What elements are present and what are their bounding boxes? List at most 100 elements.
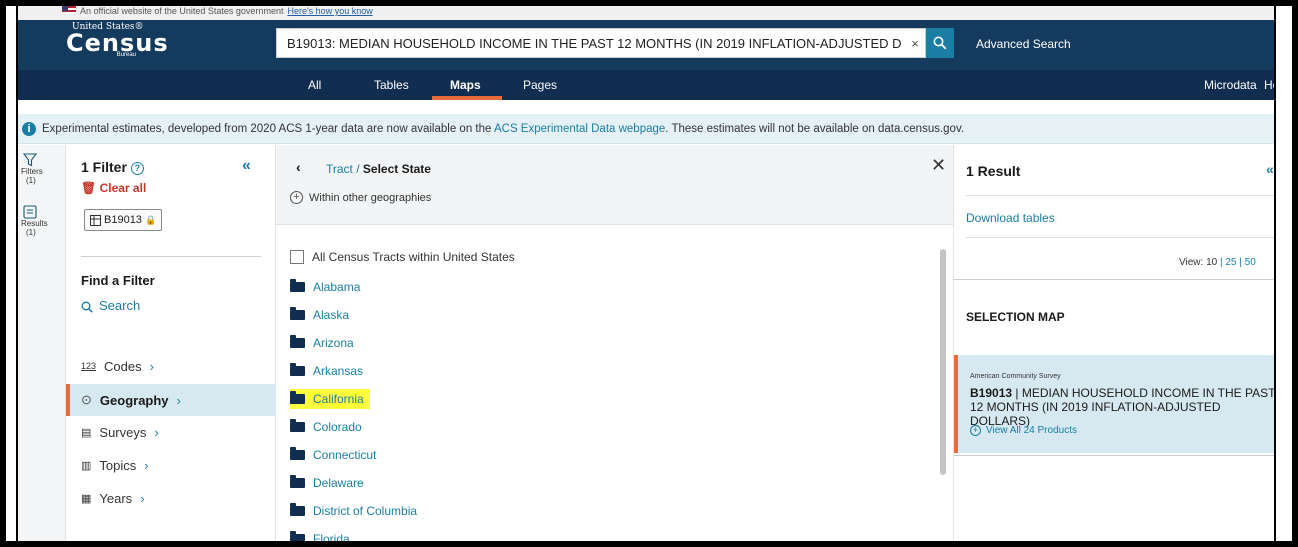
- filter-item-codes[interactable]: 123 Codes ›: [66, 350, 276, 382]
- state-label: California: [313, 392, 364, 406]
- collapse-filters-icon[interactable]: «: [242, 157, 251, 175]
- state-item-alaska[interactable]: Alaska: [290, 305, 349, 325]
- chip-label: B19013: [104, 214, 142, 226]
- clear-search-icon[interactable]: ×: [905, 36, 925, 51]
- state-label: Colorado: [313, 420, 362, 434]
- tab-pages[interactable]: Pages: [523, 78, 557, 92]
- chevron-right-icon: ›: [140, 490, 145, 506]
- checkbox[interactable]: [290, 250, 304, 264]
- state-item-alabama[interactable]: Alabama: [290, 277, 360, 297]
- back-chevron-icon[interactable]: ‹: [296, 159, 301, 175]
- all-tracts-label: All Census Tracts within United States: [312, 250, 515, 264]
- state-label: Alabama: [313, 280, 361, 294]
- state-item-delaware[interactable]: Delaware: [290, 473, 364, 493]
- site-header: United States® Census Bureau B19013: MED…: [18, 20, 1274, 100]
- calendar-icon: ▦: [81, 492, 92, 505]
- breadcrumb-tract-link[interactable]: Tract: [326, 162, 353, 176]
- view-option-50[interactable]: 50: [1245, 257, 1256, 268]
- nav-microdata[interactable]: Microdata: [1204, 78, 1257, 92]
- rail-filters-button[interactable]: Filters (1): [18, 153, 66, 185]
- filter-item-years[interactable]: ▦ Years ›: [66, 482, 276, 514]
- search-icon: [933, 36, 947, 50]
- all-tracts-checkbox-row[interactable]: All Census Tracts within United States: [290, 250, 515, 264]
- divider: [81, 256, 261, 257]
- results-title: 1 Result: [966, 163, 1021, 179]
- acs-experimental-link[interactable]: ACS Experimental Data webpage: [494, 123, 665, 135]
- filter-title-text: 1 Filter: [81, 159, 127, 175]
- filter-item-surveys[interactable]: ▤ Surveys ›: [66, 416, 276, 448]
- state-label: Alaska: [313, 308, 350, 322]
- result-source: American Community Survey: [970, 373, 1061, 380]
- filter-panel: 1 Filter? « 🗑 Clear all B19013 🔒 Find a …: [66, 145, 276, 541]
- chevron-right-icon: ›: [149, 358, 154, 374]
- state-label: Florida: [313, 532, 350, 546]
- filter-item-geography[interactable]: ⊙ Geography ›: [66, 384, 276, 416]
- advanced-search-link[interactable]: Advanced Search: [976, 37, 1071, 51]
- chevron-right-icon: ›: [154, 424, 159, 440]
- info-text-before: Experimental estimates, developed from 2…: [42, 122, 494, 135]
- state-item-colorado[interactable]: Colorado: [290, 417, 362, 437]
- main-nav: All Tables Maps Pages Microdata He: [18, 70, 1274, 100]
- state-item-arizona[interactable]: Arizona: [290, 333, 354, 353]
- state-label: Arizona: [313, 336, 354, 350]
- view-option-10[interactable]: 10: [1206, 257, 1217, 268]
- search-button[interactable]: [926, 28, 954, 58]
- search-input[interactable]: B19013: MEDIAN HOUSEHOLD INCOME IN THE P…: [276, 28, 926, 58]
- state-item-california[interactable]: California: [290, 389, 370, 409]
- breadcrumb-separator: /: [352, 162, 363, 176]
- folder-icon: [290, 419, 305, 432]
- folder-icon: [290, 503, 305, 516]
- divider: [954, 279, 1274, 280]
- search-value[interactable]: B19013: MEDIAN HOUSEHOLD INCOME IN THE P…: [287, 36, 905, 51]
- state-label: Connecticut: [313, 448, 377, 462]
- folder-icon: [290, 363, 305, 376]
- clear-all-label: Clear all: [99, 181, 147, 195]
- filter-search-link[interactable]: Search: [81, 298, 140, 313]
- rail-filters-count: (1): [26, 176, 36, 185]
- heres-how-you-know-link[interactable]: Here's how you know: [287, 6, 372, 16]
- state-item-connecticut[interactable]: Connecticut: [290, 445, 376, 465]
- state-item-florida[interactable]: Florida: [290, 529, 350, 546]
- state-label: District of Columbia: [313, 504, 418, 518]
- plus-circle-icon: +: [290, 191, 303, 204]
- help-icon[interactable]: ?: [130, 161, 144, 175]
- geography-panel: ‹ Tract / Select State ✕ + Within other …: [276, 145, 954, 546]
- selection-map-heading: SELECTION MAP: [966, 310, 1065, 324]
- chevron-right-icon: ›: [176, 392, 181, 408]
- tab-maps[interactable]: Maps: [450, 78, 481, 92]
- within-other-geographies-button[interactable]: + Within other geographies: [290, 191, 431, 204]
- filter-chip-b19013[interactable]: B19013 🔒: [84, 209, 162, 231]
- nav-help[interactable]: He: [1264, 78, 1274, 92]
- view-option-25[interactable]: 25: [1225, 257, 1236, 268]
- folder-icon: [290, 279, 305, 292]
- tab-tables[interactable]: Tables: [374, 78, 409, 92]
- logo-line2: Census: [66, 29, 169, 57]
- location-pin-icon: ⊙: [81, 392, 92, 407]
- download-tables-link[interactable]: Download tables: [966, 211, 1055, 225]
- state-item-district-of-columbia[interactable]: District of Columbia: [290, 501, 417, 521]
- divider: [954, 455, 1274, 456]
- clear-all-button[interactable]: 🗑 Clear all: [81, 181, 146, 195]
- plus-circle-icon: +: [970, 425, 981, 436]
- results-panel: 1 Result « Download tables View: 10 | 25…: [954, 145, 1274, 541]
- filter-item-topics[interactable]: ▥ Topics ›: [66, 449, 276, 481]
- view-label: View:: [1179, 257, 1204, 268]
- census-logo[interactable]: United States® Census Bureau: [66, 22, 169, 66]
- close-icon[interactable]: ✕: [931, 155, 946, 176]
- results-icon: [23, 205, 37, 219]
- view-all-products-link[interactable]: + View All 24 Products: [970, 425, 1077, 436]
- tab-all[interactable]: All: [308, 78, 321, 92]
- result-separator: |: [1012, 386, 1022, 400]
- result-title[interactable]: B19013 | MEDIAN HOUSEHOLD INCOME IN THE …: [970, 386, 1274, 428]
- geography-header: ‹ Tract / Select State ✕ + Within other …: [276, 145, 953, 225]
- left-rail: Filters (1) Results (1): [18, 145, 66, 541]
- state-item-arkansas[interactable]: Arkansas: [290, 361, 363, 381]
- info-banner: i Experimental estimates, developed from…: [18, 114, 1274, 144]
- result-card[interactable]: American Community Survey B19013 | MEDIA…: [954, 355, 1274, 453]
- view-divider: |: [1219, 257, 1223, 268]
- codes-icon: 123: [81, 361, 97, 371]
- view-divider: |: [1239, 257, 1242, 268]
- rail-results-button[interactable]: Results (1): [18, 205, 66, 237]
- collapse-results-icon[interactable]: «: [1266, 161, 1274, 177]
- scrollbar-thumb[interactable]: [940, 249, 946, 475]
